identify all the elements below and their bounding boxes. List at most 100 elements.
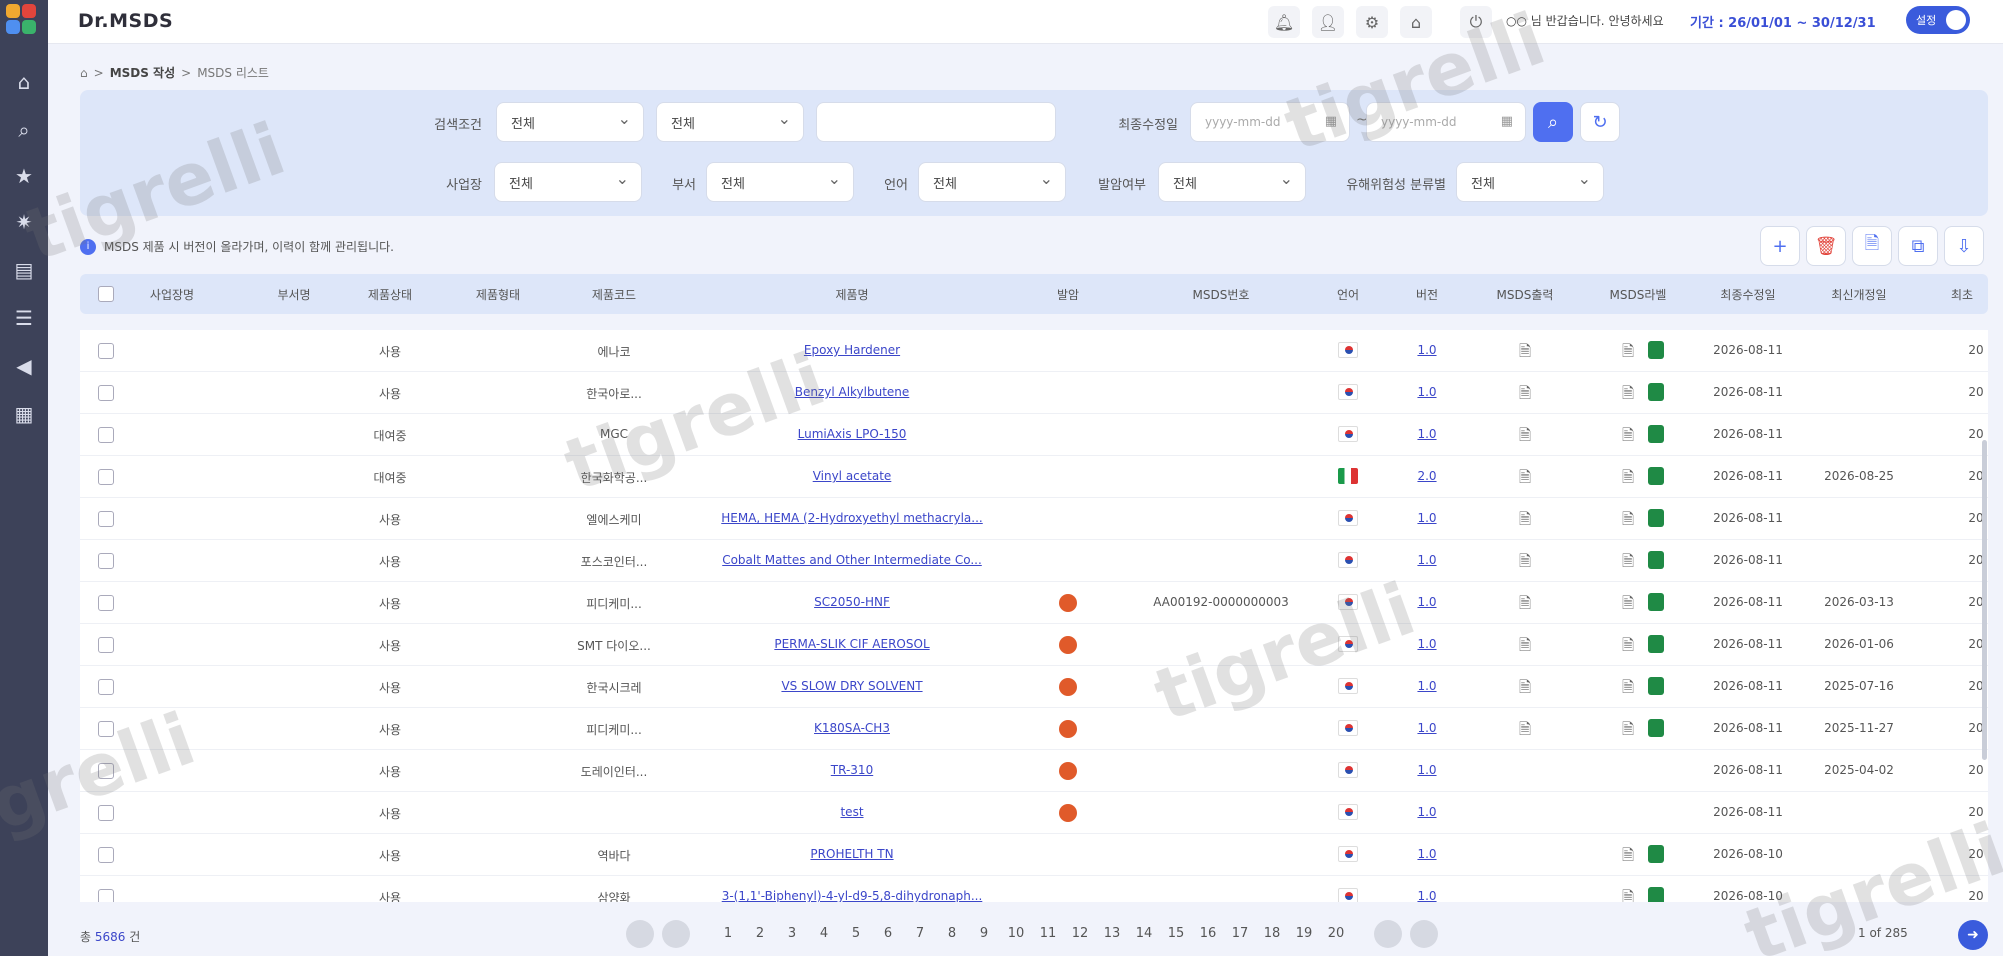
version-link[interactable]: 1.0 — [1417, 595, 1436, 609]
label-pdf-icon[interactable]: 🗎 — [1622, 383, 1634, 408]
label-pdf-icon[interactable]: 🗎 — [1622, 425, 1634, 450]
page-number[interactable]: 12 — [1072, 926, 1089, 941]
version-link[interactable]: 1.0 — [1417, 385, 1436, 399]
col-form[interactable]: 제품형태 — [476, 286, 520, 303]
version-link[interactable]: 1.0 — [1417, 847, 1436, 861]
next-page-button[interactable] — [1374, 920, 1402, 948]
version-link[interactable]: 1.0 — [1417, 889, 1436, 902]
page-number[interactable]: 10 — [1008, 926, 1025, 941]
product-name-link[interactable]: SC2050-HNF — [814, 595, 890, 609]
label-excel-icon[interactable] — [1648, 551, 1664, 569]
product-name-link[interactable]: K180SA-CH3 — [814, 721, 890, 735]
product-name-link[interactable]: TR-310 — [831, 763, 873, 777]
page-number[interactable]: 18 — [1264, 926, 1281, 941]
col-carc[interactable]: 발암 — [1057, 286, 1079, 303]
version-link[interactable]: 1.0 — [1417, 679, 1436, 693]
table-row[interactable]: 사용 피디케미... K180SA-CH3 1.0 🗎 🗎 2026-08-11 2025-1… — [80, 708, 1988, 750]
table-row[interactable]: 사용 삼양화 3-(1,1'-Biphenyl)-4-yl-d9-5,8-dihyd… — [80, 876, 1988, 902]
document-icon[interactable]: ▤ — [8, 254, 40, 286]
product-name-link[interactable]: HEMA, HEMA (2-Hydroxyethyl methacryla... — [721, 511, 982, 525]
product-name-link[interactable]: Epoxy Hardener — [804, 343, 900, 357]
product-name-link[interactable]: Vinyl acetate — [813, 469, 892, 483]
table-row[interactable]: 사용 에나코 Epoxy Hardener 1.0 🗎 🗎 2026-08-11 20 — [80, 330, 1988, 372]
msds-print-icon[interactable]: 🗎 — [1519, 383, 1531, 408]
label-excel-icon[interactable] — [1648, 509, 1664, 527]
search-condition-select-1[interactable]: 전체 — [496, 102, 644, 142]
settings-toggle[interactable]: 설정 — [1906, 6, 1970, 34]
col-print[interactable]: MSDS출력 — [1497, 286, 1554, 303]
last-page-button[interactable] — [1410, 920, 1438, 948]
msds-print-icon[interactable]: 🗎 — [1519, 719, 1531, 744]
star-icon[interactable]: ★ — [8, 160, 40, 192]
page-number[interactable]: 14 — [1136, 926, 1153, 941]
table-scrollbar[interactable] — [1982, 440, 1987, 760]
label-excel-icon[interactable] — [1648, 383, 1664, 401]
page-number[interactable]: 9 — [980, 926, 988, 941]
msds-print-icon[interactable]: 🗎 — [1519, 635, 1531, 660]
search-button[interactable]: ⌕ — [1533, 102, 1573, 142]
search-input[interactable] — [816, 102, 1056, 142]
download-button[interactable]: ⇩ — [1944, 226, 1984, 266]
label-pdf-icon[interactable]: 🗎 — [1622, 467, 1634, 492]
reset-button[interactable]: ↻ — [1580, 102, 1620, 142]
product-name-link[interactable]: VS SLOW DRY SOLVENT — [781, 679, 922, 693]
page-number[interactable]: 7 — [916, 926, 924, 941]
label-pdf-icon[interactable]: 🗎 — [1622, 719, 1634, 744]
version-link[interactable]: 1.0 — [1417, 553, 1436, 567]
hazard-class-select[interactable]: 전체 — [1456, 162, 1604, 202]
home-icon[interactable]: ⌂ — [1400, 6, 1432, 38]
row-checkbox[interactable] — [98, 679, 114, 695]
app-logo[interactable] — [6, 4, 40, 38]
row-checkbox[interactable] — [98, 805, 114, 821]
first-page-button[interactable] — [626, 920, 654, 948]
version-link[interactable]: 1.0 — [1417, 343, 1436, 357]
page-number[interactable]: 20 — [1328, 926, 1345, 941]
label-pdf-icon[interactable]: 🗎 — [1622, 845, 1634, 870]
label-excel-icon[interactable] — [1648, 845, 1664, 863]
msds-print-icon[interactable]: 🗎 — [1519, 593, 1531, 618]
row-checkbox[interactable] — [98, 469, 114, 485]
page-number[interactable]: 2 — [756, 926, 764, 941]
row-checkbox[interactable] — [98, 721, 114, 737]
page-number[interactable]: 11 — [1040, 926, 1057, 941]
select-all-checkbox[interactable] — [98, 286, 114, 302]
table-row[interactable]: 사용 역바다 PROHELTH TN 1.0 🗎 2026-08-10 20 — [80, 834, 1988, 876]
row-checkbox[interactable] — [98, 637, 114, 653]
label-pdf-icon[interactable]: 🗎 — [1622, 887, 1634, 902]
label-excel-icon[interactable] — [1648, 593, 1664, 611]
export-pdf-button[interactable]: 🗎 — [1852, 226, 1892, 266]
list-icon[interactable]: ☰ — [8, 302, 40, 334]
col-code[interactable]: 제품코드 — [592, 286, 636, 303]
site-select[interactable]: 전체 — [494, 162, 642, 202]
date-from-input[interactable]: yyyy-mm-dd — [1190, 102, 1350, 142]
page-number[interactable]: 6 — [884, 926, 892, 941]
copy-button[interactable]: ⧉ — [1898, 226, 1938, 266]
label-pdf-icon[interactable]: 🗎 — [1622, 341, 1634, 366]
label-pdf-icon[interactable]: 🗎 — [1622, 551, 1634, 576]
table-row[interactable]: 사용 한국시크레 VS SLOW DRY SOLVENT 1.0 🗎 🗎 2026-08-1… — [80, 666, 1988, 708]
version-link[interactable]: 1.0 — [1417, 637, 1436, 651]
table-row[interactable]: 사용 피디케미... SC2050-HNF AA00192-0000000003 1.0… — [80, 582, 1988, 624]
product-name-link[interactable]: LumiAxis LPO-150 — [798, 427, 907, 441]
dept-select[interactable]: 전체 — [706, 162, 854, 202]
msds-print-icon[interactable]: 🗎 — [1519, 677, 1531, 702]
label-excel-icon[interactable] — [1648, 467, 1664, 485]
table-row[interactable]: 사용 포스코인터... Cobalt Mattes and Other Interm… — [80, 540, 1988, 582]
label-pdf-icon[interactable]: 🗎 — [1622, 509, 1634, 534]
product-name-link[interactable]: PERMA-SLIK CIF AEROSOL — [774, 637, 929, 651]
page-number[interactable]: 8 — [948, 926, 956, 941]
row-checkbox[interactable] — [98, 847, 114, 863]
msds-print-icon[interactable]: 🗎 — [1519, 425, 1531, 450]
home-icon[interactable]: ⌂ — [80, 66, 88, 80]
page-number[interactable]: 19 — [1296, 926, 1313, 941]
search-icon[interactable]: ⌕ — [8, 114, 40, 146]
row-checkbox[interactable] — [98, 553, 114, 569]
version-link[interactable]: 1.0 — [1417, 511, 1436, 525]
col-revised[interactable]: 최신개정일 — [1831, 286, 1886, 303]
table-row[interactable]: 대여중 한국화학공... Vinyl acetate 2.0 🗎 🗎 2026-08-11 2… — [80, 456, 1988, 498]
col-modified[interactable]: 최종수정일 — [1720, 286, 1775, 303]
version-link[interactable]: 1.0 — [1417, 427, 1436, 441]
col-lang[interactable]: 언어 — [1337, 286, 1359, 303]
row-checkbox[interactable] — [98, 763, 114, 779]
notification-icon[interactable]: 🔔︎ — [1268, 6, 1300, 38]
